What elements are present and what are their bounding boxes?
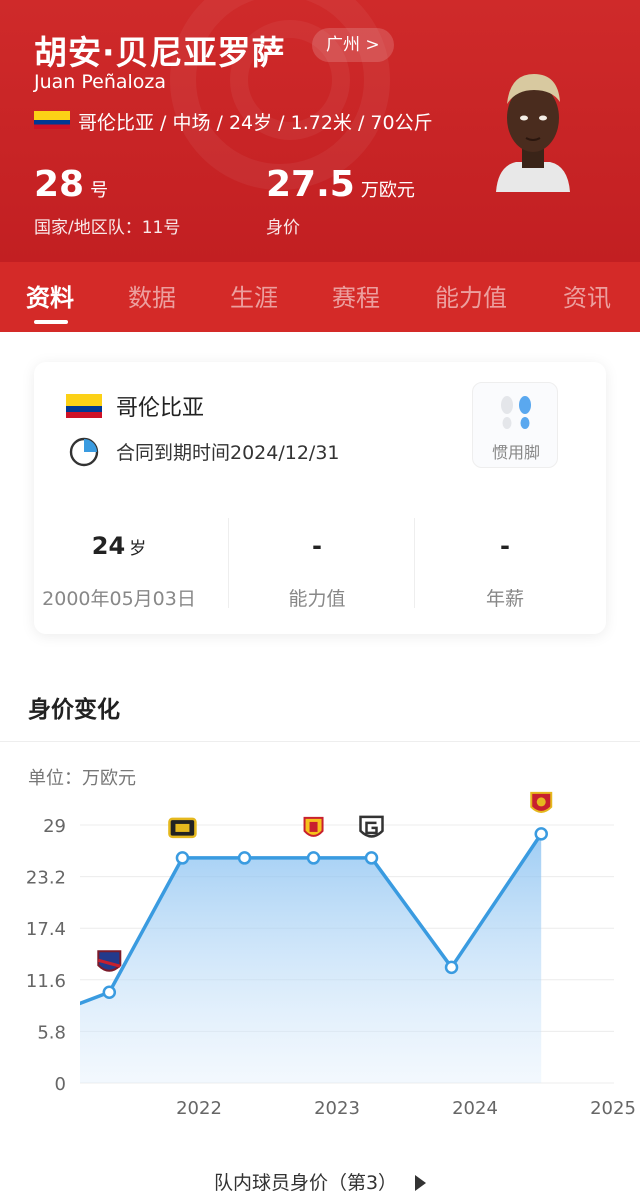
team-ranking-label: 队内球员身价（第3） <box>213 1172 398 1194</box>
chart-unit-label: 单位：万欧元 <box>28 768 136 789</box>
shirt-number: 28 号 <box>34 164 108 205</box>
player-header: 胡安·贝尼亚罗萨 广州 > Juan Peñaloza 哥伦比亚 / 中场 / … <box>0 0 640 262</box>
colombia-flag-icon <box>34 111 70 129</box>
x-tick-label: 2023 <box>314 1098 360 1119</box>
market-value-chart: 0 5.8 11.6 17.4 23.2 29 2022 2023 2024 2025 <box>26 791 636 1119</box>
value-point <box>102 985 117 1000</box>
y-tick-label: 23.2 <box>26 868 66 889</box>
card-country: 哥伦比亚 <box>116 396 205 421</box>
salary-value: - <box>500 532 510 560</box>
player-info-line: 哥伦比亚 / 中场 / 24岁 / 1.72米 / 70公斤 <box>78 112 433 134</box>
salary-label: 年薪 <box>485 588 524 610</box>
tab-schedule[interactable]: 赛程 <box>332 278 380 313</box>
preferred-foot: 惯用脚 <box>472 382 558 468</box>
market-value-unit: 万欧元 <box>360 180 415 201</box>
yellow-red-club-badge-icon <box>303 816 324 837</box>
y-tick-label: 5.8 <box>37 1022 66 1043</box>
player-avatar <box>496 74 570 192</box>
shirt-number-value: 28 <box>34 164 85 205</box>
ability-value: - <box>312 532 322 560</box>
x-axis-ticks: 2022 2023 2024 2025 <box>176 1098 636 1119</box>
club-city-link[interactable]: 广州 > <box>312 28 394 62</box>
feet-icon <box>501 396 531 429</box>
national-team-number: 国家/地区队：11号 <box>34 218 181 238</box>
active-tab-indicator <box>34 320 68 324</box>
value-point <box>306 851 321 865</box>
team-ranking-link[interactable]: 队内球员身价（第3） <box>0 1168 640 1195</box>
market-value: 27.5 万欧元 <box>266 164 415 205</box>
preferred-foot-label: 惯用脚 <box>491 443 540 462</box>
section-divider <box>0 741 640 742</box>
guangzhou-badge-icon <box>530 791 553 813</box>
value-point <box>534 827 548 841</box>
y-tick-label: 29 <box>43 816 66 837</box>
contract-clock-icon <box>69 437 99 467</box>
y-tick-label: 0 <box>55 1074 66 1095</box>
badge-center <box>309 821 318 832</box>
birth-date: 2000年05月03日 <box>42 588 196 610</box>
y-axis-ticks: 0 5.8 11.6 17.4 23.2 29 <box>26 816 66 1095</box>
tab-career[interactable]: 生涯 <box>230 278 278 313</box>
x-tick-label: 2022 <box>176 1098 222 1119</box>
colombia-flag-icon <box>66 394 102 418</box>
market-value-number: 27.5 <box>266 164 355 205</box>
x-tick-label: 2024 <box>452 1098 498 1119</box>
value-area <box>80 833 542 1083</box>
value-point <box>364 851 379 865</box>
gray-club-badge-icon <box>359 815 384 838</box>
y-tick-label: 17.4 <box>26 919 66 940</box>
age-value: 24 岁 <box>24 532 214 560</box>
ability-label: 能力值 <box>288 588 346 610</box>
market-value-label: 身价 <box>266 218 300 238</box>
player-name-en: Juan Peñaloza <box>34 71 167 93</box>
badge-center <box>536 797 546 807</box>
value-point <box>237 851 252 865</box>
tab-data[interactable]: 数据 <box>128 278 176 313</box>
black-yellow-club-badge-icon <box>168 817 197 839</box>
badge-center <box>175 823 190 832</box>
value-point <box>444 960 459 975</box>
y-tick-label: 11.6 <box>26 971 66 992</box>
age-number: 24 <box>91 532 126 560</box>
value-area-fill <box>80 833 542 1083</box>
value-point <box>175 851 190 865</box>
contract-expiry: 合同到期时间2024/12/31 <box>116 442 340 464</box>
player-name-cn: 胡安·贝尼亚罗萨 <box>34 33 286 72</box>
player-info-card: 哥伦比亚 合同到期时间2024/12/31 惯用脚 24 岁 2000年05月03… <box>34 362 606 634</box>
tab-news[interactable]: 资讯 <box>563 278 611 313</box>
tab-ability[interactable]: 能力值 <box>435 278 507 313</box>
tab-bar: 资料 数据 生涯 赛程 能力值 资讯 <box>0 262 640 332</box>
shirt-number-unit: 号 <box>90 180 109 201</box>
play-arrow-icon <box>415 1175 427 1191</box>
huesca-badge-icon <box>97 950 122 972</box>
x-tick-label: 2025 <box>590 1098 636 1119</box>
section-title: 身价变化 <box>28 697 120 723</box>
age-unit: 岁 <box>129 539 147 559</box>
tab-profile[interactable]: 资料 <box>26 278 74 313</box>
